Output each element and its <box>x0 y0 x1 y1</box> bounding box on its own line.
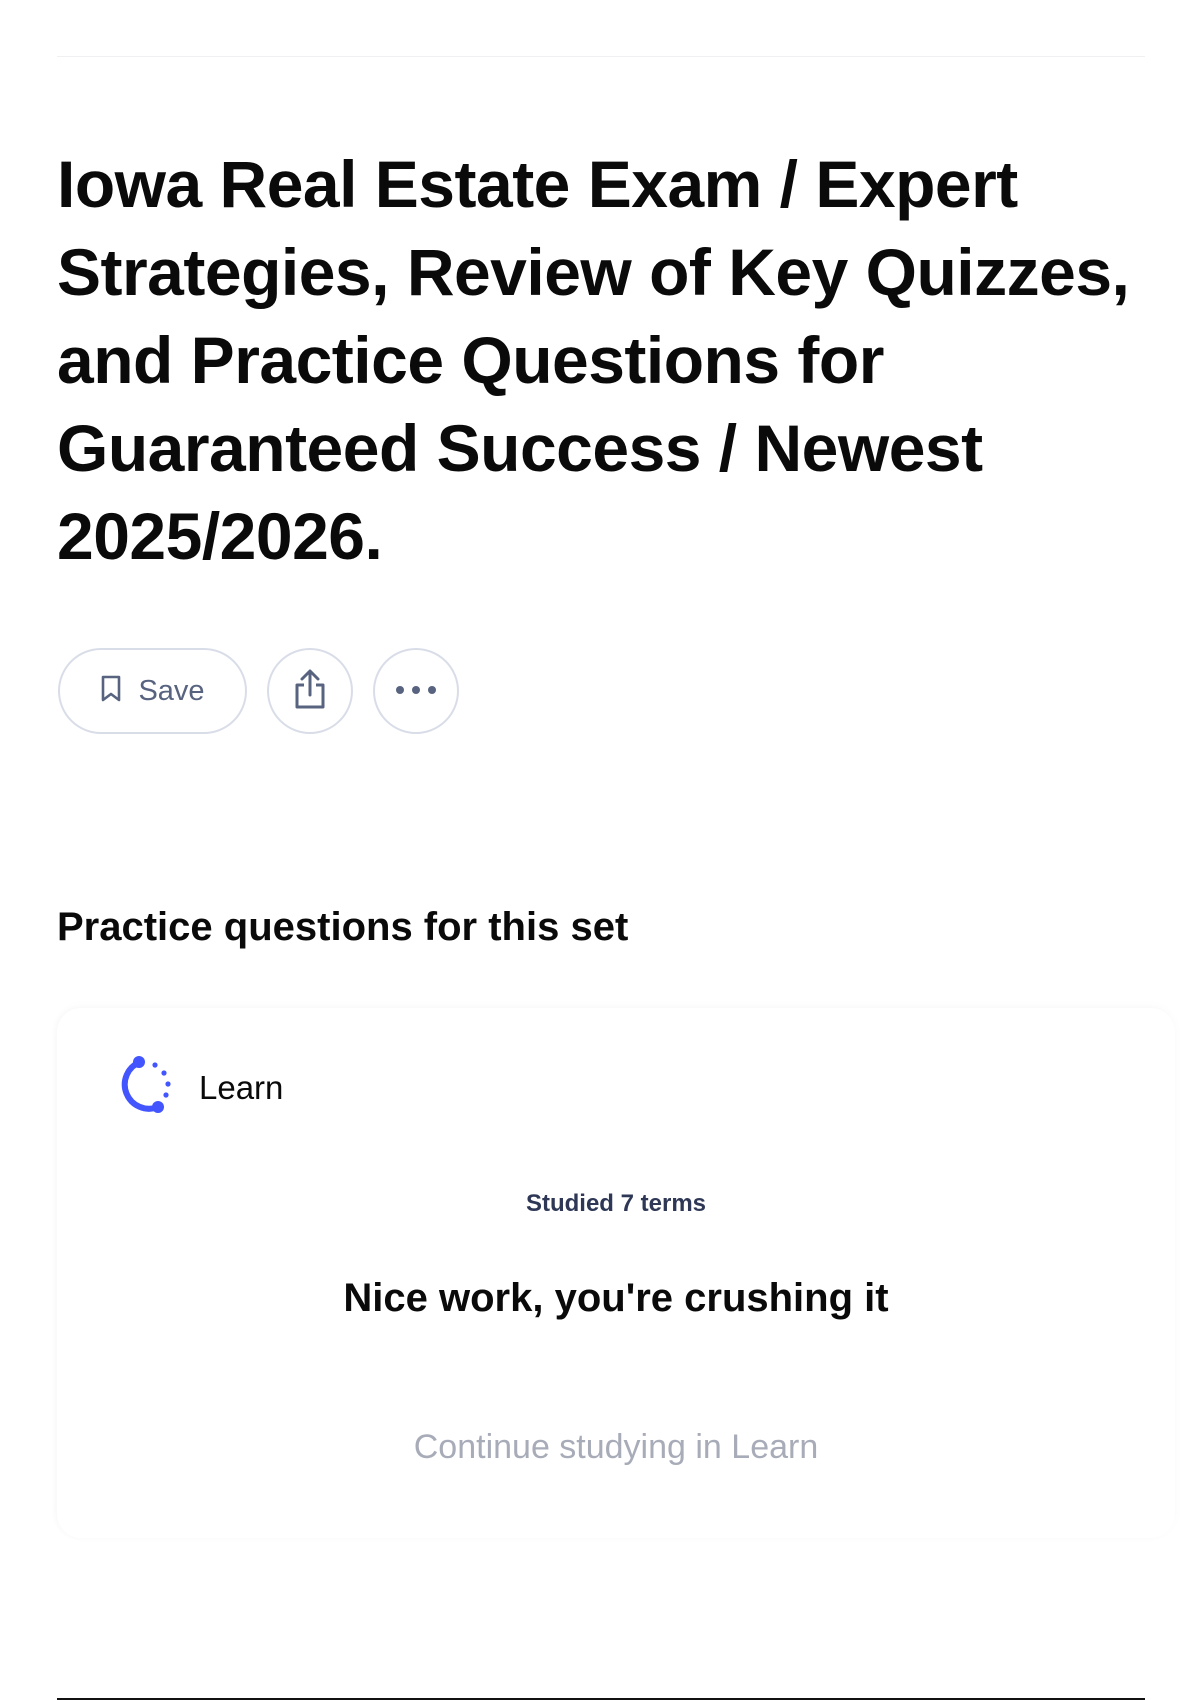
bookmark-icon <box>100 675 122 708</box>
practice-section-heading: Practice questions for this set <box>57 905 629 949</box>
progress-message: Nice work, you're crushing it <box>343 1276 889 1320</box>
page-title: Iowa Real Estate Exam / Expert Strategie… <box>57 147 1130 573</box>
share-icon <box>292 668 328 715</box>
learn-card: Learn Studied 7 terms Nice work, you're … <box>57 1008 1175 1538</box>
more-options-icon <box>394 682 438 700</box>
learn-label: Learn <box>199 1068 284 1106</box>
learn-card-header[interactable]: Learn <box>115 1054 283 1121</box>
learn-progress-icon <box>115 1054 177 1121</box>
studied-terms-text: Studied 7 terms <box>525 1190 707 1217</box>
save-label: Save <box>138 674 205 707</box>
page: Iowa Real Estate Exam / Expert Strategie… <box>0 0 1200 1700</box>
share-button[interactable] <box>267 648 353 734</box>
action-bar: Save <box>58 648 459 734</box>
continue-learn-button[interactable]: Continue studying in Learn <box>57 1428 1175 1467</box>
save-button[interactable]: Save <box>58 648 247 734</box>
more-options-button[interactable] <box>373 648 459 734</box>
top-divider <box>57 56 1145 57</box>
